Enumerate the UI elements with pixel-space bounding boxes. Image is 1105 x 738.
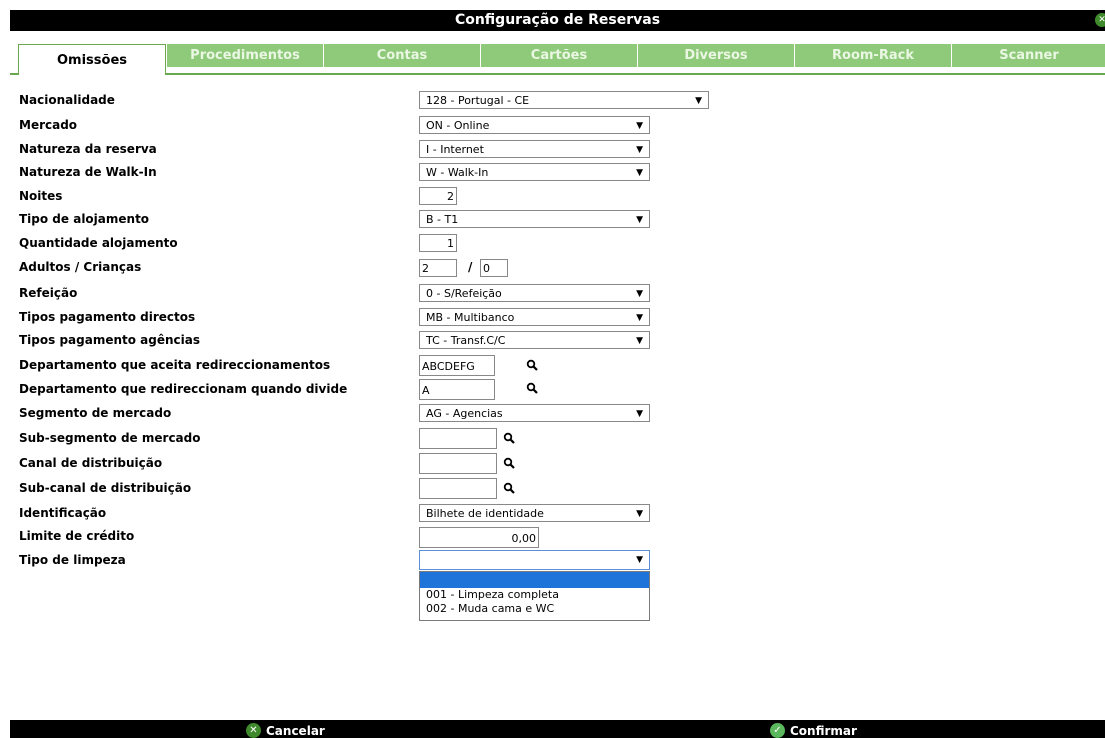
check-icon: ✓: [770, 723, 785, 738]
caret-down-icon: ▼: [636, 215, 643, 225]
nacionalidade-select[interactable]: 128 - Portugal - CE ▼: [419, 91, 709, 109]
refeicao-select[interactable]: 0 - S/Refeição ▼: [419, 284, 650, 302]
label-tipo-alojamento: Tipo de alojamento: [19, 212, 150, 226]
caret-down-icon: ▼: [695, 96, 702, 106]
tab-procedimentos[interactable]: Procedimentos: [166, 44, 323, 67]
caret-down-icon: ▼: [636, 121, 643, 131]
sub-segmento-input[interactable]: [419, 428, 497, 449]
refeicao-value: 0 - S/Refeição: [426, 287, 502, 300]
natureza-walkin-value: W - Walk-In: [426, 166, 489, 179]
label-natureza-reserva: Natureza da reserva: [19, 142, 157, 156]
label-sub-segmento: Sub-segmento de mercado: [19, 431, 201, 445]
label-nacionalidade: Nacionalidade: [19, 93, 115, 107]
tab-cartoes[interactable]: Cartões: [480, 44, 637, 67]
label-identificacao: Identificação: [19, 506, 107, 520]
window-title: Configuração de Reservas: [454, 12, 661, 28]
caret-down-icon: ▼: [636, 145, 643, 155]
pag-directos-value: MB - Multibanco: [426, 311, 515, 324]
dept-aceita-input[interactable]: ABCDEFG: [419, 355, 495, 376]
caret-down-icon: ▼: [636, 509, 643, 519]
nacionalidade-value: 128 - Portugal - CE: [426, 94, 530, 107]
label-mercado: Mercado: [19, 118, 78, 132]
search-icon[interactable]: [503, 457, 515, 469]
cancel-button[interactable]: ✕ Cancelar: [246, 723, 325, 738]
caret-down-icon: ▼: [636, 555, 643, 565]
label-natureza-walkin: Natureza de Walk-In: [19, 165, 157, 179]
confirm-label: Confirmar: [790, 723, 857, 738]
natureza-reserva-select[interactable]: I - Internet ▼: [419, 140, 650, 158]
search-icon[interactable]: [526, 382, 538, 394]
limite-credito-input[interactable]: 0,00: [419, 527, 539, 548]
noites-input[interactable]: 2: [419, 187, 457, 205]
caret-down-icon: ▼: [636, 313, 643, 323]
adultos-input[interactable]: 2: [419, 259, 457, 277]
pag-directos-select[interactable]: MB - Multibanco ▼: [419, 308, 650, 326]
tab-diversos[interactable]: Diversos: [637, 44, 794, 67]
natureza-walkin-select[interactable]: W - Walk-In ▼: [419, 163, 650, 181]
caret-down-icon: ▼: [636, 336, 643, 346]
mercado-select[interactable]: ON - Online ▼: [419, 116, 650, 134]
caret-down-icon: ▼: [636, 409, 643, 419]
form-panel: Nacionalidade 128 - Portugal - CE ▼ Merc…: [10, 75, 1105, 720]
search-icon[interactable]: [503, 432, 515, 444]
mercado-value: ON - Online: [426, 119, 490, 132]
tipo-limpeza-select[interactable]: ▼: [419, 550, 650, 570]
tipo-limpeza-dropdown-list: 001 - Limpeza completa 002 - Muda cama e…: [419, 571, 650, 621]
pag-agencias-value: TC - Transf.C/C: [426, 334, 506, 347]
tab-room-rack[interactable]: Room-Rack: [794, 44, 951, 67]
confirm-button[interactable]: ✓ Confirmar: [770, 723, 857, 738]
dropdown-option-muda-cama[interactable]: 002 - Muda cama e WC: [420, 602, 649, 616]
identificacao-value: Bilhete de identidade: [426, 507, 544, 520]
tipo-alojamento-select[interactable]: B - T1 ▼: [419, 210, 650, 228]
sub-canal-input[interactable]: [419, 478, 497, 499]
label-limite-credito: Limite de crédito: [19, 529, 135, 543]
label-refeicao: Refeição: [19, 286, 78, 300]
dept-redirec-input[interactable]: A: [419, 379, 495, 400]
tab-omissoes[interactable]: Omissões: [18, 44, 166, 75]
tipo-alojamento-value: B - T1: [426, 213, 459, 226]
search-icon[interactable]: [526, 359, 538, 371]
label-segmento: Segmento de mercado: [19, 406, 172, 420]
label-dept-redirec: Departamento que redireccionam quando di…: [19, 382, 348, 396]
pag-agencias-select[interactable]: TC - Transf.C/C ▼: [419, 331, 650, 349]
dropdown-option-limpeza-completa[interactable]: 001 - Limpeza completa: [420, 588, 649, 602]
dropdown-option-blank[interactable]: [420, 572, 649, 588]
caret-down-icon: ▼: [636, 168, 643, 178]
close-icon[interactable]: ✕: [1095, 13, 1105, 27]
label-pag-agencias: Tipos pagamento agências: [19, 333, 201, 347]
natureza-reserva-value: I - Internet: [426, 143, 484, 156]
window-title-bar: Configuração de Reservas ✕: [10, 10, 1105, 31]
segmento-select[interactable]: AG - Agencias ▼: [419, 404, 650, 422]
tab-scanner[interactable]: Scanner: [951, 44, 1105, 67]
label-tipo-limpeza: Tipo de limpeza: [19, 553, 126, 567]
tab-contas[interactable]: Contas: [323, 44, 480, 67]
label-quantidade-alojamento: Quantidade alojamento: [19, 236, 178, 250]
label-noites: Noites: [19, 189, 63, 203]
quantidade-alojamento-input[interactable]: 1: [419, 234, 457, 252]
label-sub-canal: Sub-canal de distribuição: [19, 481, 192, 495]
cancel-icon: ✕: [246, 723, 261, 738]
canal-input[interactable]: [419, 453, 497, 474]
label-dept-aceita: Departamento que aceita redireccionament…: [19, 358, 331, 372]
cancel-label: Cancelar: [266, 723, 325, 738]
tab-bar: Omissões Procedimentos Contas Cartões Di…: [10, 31, 1105, 75]
adultos-criancas-separator: /: [468, 260, 473, 274]
footer-bar: ✕ Cancelar ✓ Confirmar: [10, 720, 1105, 738]
label-canal: Canal de distribuição: [19, 456, 163, 470]
label-adultos-criancas: Adultos / Crianças: [19, 260, 142, 274]
criancas-input[interactable]: 0: [480, 259, 508, 277]
caret-down-icon: ▼: [636, 289, 643, 299]
label-pag-directos: Tipos pagamento directos: [19, 310, 196, 324]
segmento-value: AG - Agencias: [426, 407, 503, 420]
identificacao-select[interactable]: Bilhete de identidade ▼: [419, 504, 650, 522]
search-icon[interactable]: [503, 482, 515, 494]
